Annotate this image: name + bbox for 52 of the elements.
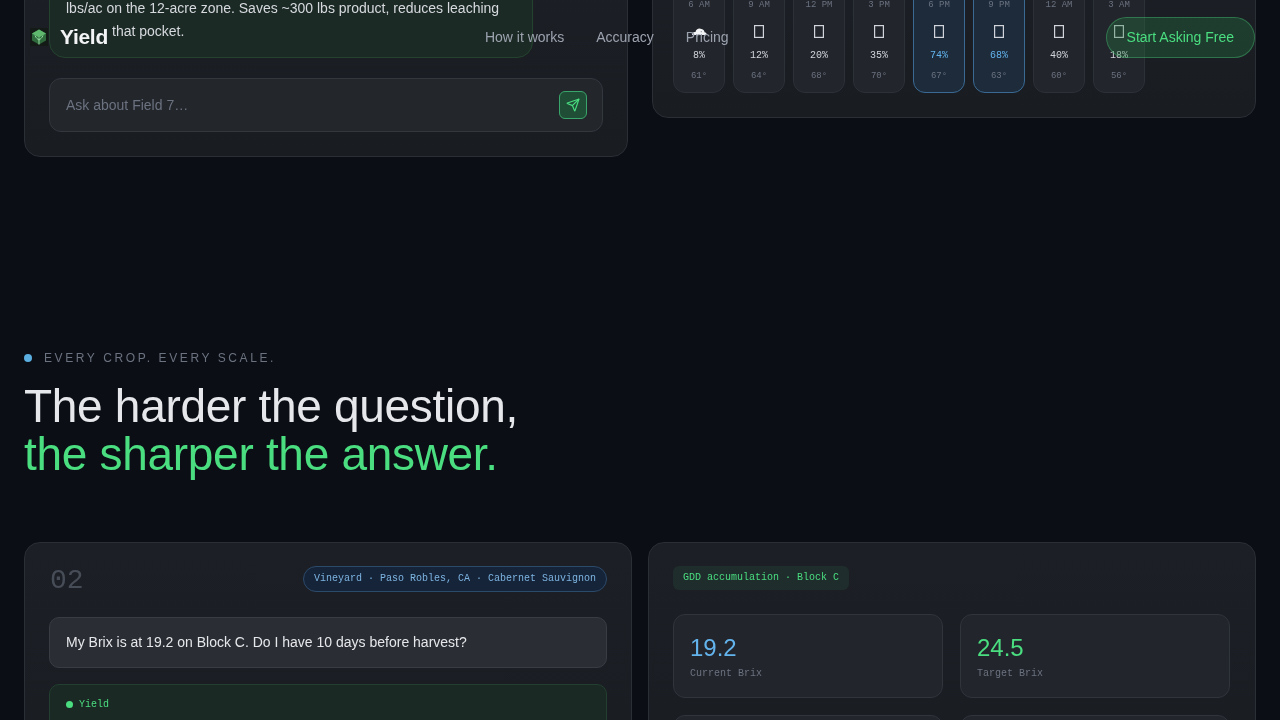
rain-chance: 35% <box>870 49 888 63</box>
hour-time: 9 AM <box>748 0 770 11</box>
hour-time: 3 AM <box>1108 0 1130 11</box>
hour-time: 6 PM <box>928 0 950 11</box>
temperature: 68° <box>810 70 828 82</box>
gdd-tag: GDD accumulation · Block C <box>673 566 850 590</box>
hour-time: 3 PM <box>868 0 890 11</box>
dot-icon <box>66 701 73 708</box>
context-tag: Vineyard · Paso Robles, CA · Cabernet Sauvignon <box>302 566 607 592</box>
stat-label: Target Brix <box>977 668 1043 680</box>
answer-text: that pocket. <box>112 22 185 41</box>
nav-link[interactable]: Pricing <box>685 29 729 45</box>
temperature: 67° <box>930 70 948 82</box>
missing-glyph-icon <box>1054 24 1064 38</box>
temperature: 61° <box>690 70 708 82</box>
missing-glyph-icon <box>994 24 1004 38</box>
headline: The harder the question, <box>24 382 519 430</box>
missing-glyph-icon <box>814 24 824 38</box>
stat-label: Current Brix <box>690 668 762 680</box>
dot-icon <box>24 354 32 362</box>
rain-chance: 20% <box>810 49 828 63</box>
rain-chance: 40% <box>1050 49 1068 63</box>
stat-value: 19.2 <box>690 634 737 662</box>
rain-chance: 68% <box>990 49 1008 63</box>
rain-chance: 8% <box>693 49 705 63</box>
rain-chance: 12% <box>750 49 768 63</box>
send-button[interactable] <box>559 91 587 119</box>
answer-label: Yield <box>79 698 109 711</box>
missing-glyph-icon <box>1114 24 1124 38</box>
temperature: 64° <box>750 70 768 82</box>
nav-link[interactable]: How it works <box>484 29 565 45</box>
rain-chance: 74% <box>930 49 948 63</box>
stat-value: 24.5 <box>977 634 1024 662</box>
missing-glyph-icon <box>754 24 764 38</box>
hour-time: 9 PM <box>988 0 1010 11</box>
hour-time: 12 AM <box>1045 0 1073 11</box>
paper-plane-icon <box>566 98 580 112</box>
ask-input-field[interactable]: Ask about Field 7… <box>49 78 603 132</box>
brand-name: Yield <box>60 25 108 49</box>
cube-icon <box>30 28 48 46</box>
temperature: 56° <box>1110 70 1128 82</box>
temperature: 70° <box>870 70 888 82</box>
temperature: 63° <box>990 70 1008 82</box>
hour-time: 6 AM <box>688 0 710 11</box>
missing-glyph-icon <box>874 24 884 38</box>
nav-link[interactable]: Accuracy <box>596 29 654 45</box>
question-bubble: My Brix is at 19.2 on Block C. Do I have 10 days before harvest? <box>49 617 607 668</box>
hour-time: 12 PM <box>805 0 833 11</box>
eyebrow-text: EVERY CROP. EVERY SCALE. <box>44 350 277 366</box>
temperature: 60° <box>1050 70 1068 82</box>
answer-text: lbs/ac on the 12-acre zone. Saves ~300 lbs product, reduces leaching <box>66 0 500 18</box>
missing-glyph-icon <box>934 24 944 38</box>
